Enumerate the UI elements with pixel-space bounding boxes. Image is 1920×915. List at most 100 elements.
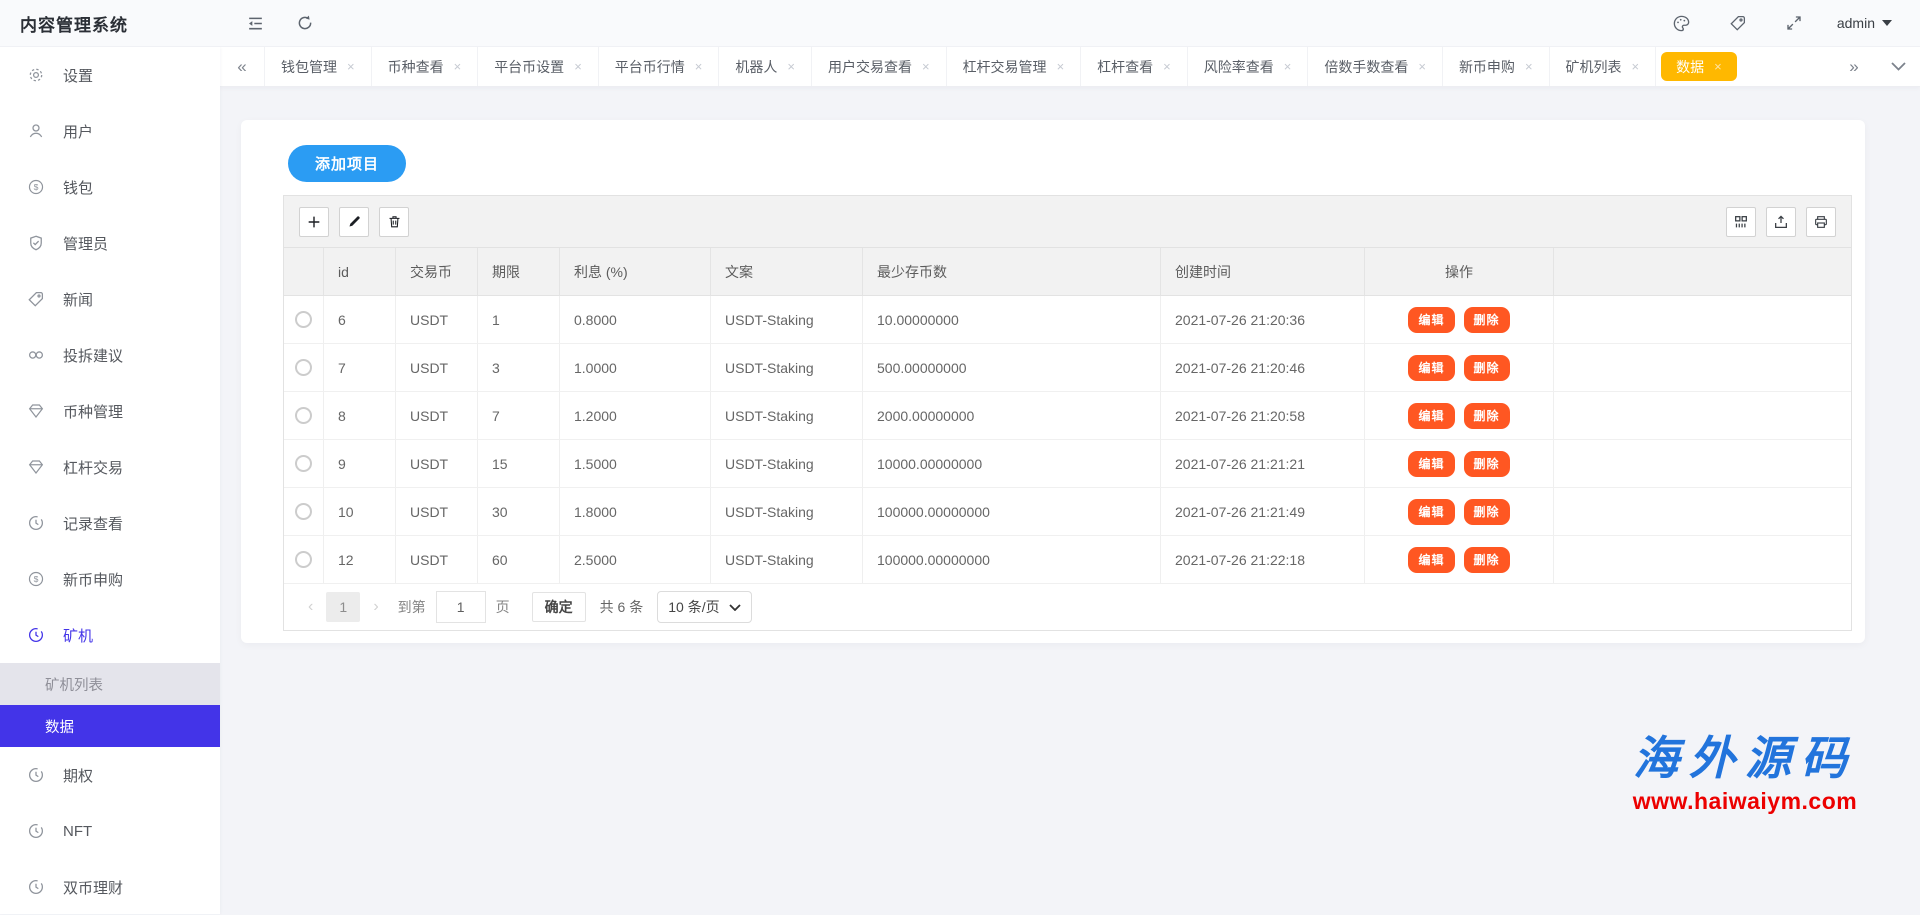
tab-close-icon[interactable]: × bbox=[787, 60, 795, 73]
fullscreen-button[interactable] bbox=[1777, 6, 1811, 40]
page-number-input[interactable] bbox=[436, 591, 486, 623]
next-page-button[interactable]: › bbox=[364, 598, 387, 616]
export-button[interactable] bbox=[1766, 207, 1796, 237]
sidebar-item-feedback[interactable]: 投拆建议 bbox=[0, 327, 220, 383]
cell-value: USDT-Staking bbox=[725, 360, 814, 376]
sidebar-item-nft[interactable]: NFT bbox=[0, 803, 220, 859]
delete-button[interactable]: 删除 bbox=[1464, 451, 1510, 477]
tabs-menu-button[interactable] bbox=[1876, 47, 1920, 86]
tab-close-icon[interactable]: × bbox=[1057, 60, 1065, 73]
add-row-button[interactable] bbox=[299, 207, 329, 237]
row-radio[interactable] bbox=[295, 311, 312, 328]
edit-button[interactable]: 编辑 bbox=[1408, 451, 1454, 477]
add-item-button[interactable]: 添加项目 bbox=[288, 145, 406, 182]
refresh-button[interactable] bbox=[288, 6, 322, 40]
sidebar-item-miner[interactable]: 矿机 bbox=[0, 607, 220, 663]
edit-button[interactable]: 编辑 bbox=[1408, 403, 1454, 429]
page-size-select[interactable]: 10 条/页 bbox=[657, 591, 751, 623]
radio-cell bbox=[284, 488, 324, 535]
edit-button[interactable]: 编辑 bbox=[1408, 355, 1454, 381]
filter-columns-button[interactable] bbox=[1726, 207, 1756, 237]
watermark: 海外源码 www.haiwaiym.com bbox=[1575, 722, 1915, 815]
tab-close-icon[interactable]: × bbox=[1163, 60, 1171, 73]
table-cell: 3 bbox=[478, 344, 560, 391]
cell-value: 2021-07-26 21:20:36 bbox=[1175, 312, 1305, 328]
sidebar-item-admins[interactable]: 管理员 bbox=[0, 215, 220, 271]
tabs-scroll-left-button[interactable]: « bbox=[220, 47, 264, 86]
tab-margin-trade-manage[interactable]: 杠杆交易管理× bbox=[947, 47, 1082, 86]
tabs-scroll-right-button[interactable]: » bbox=[1832, 47, 1876, 86]
tab-margin-view[interactable]: 杠杆查看× bbox=[1081, 47, 1188, 86]
sidebar-item-options[interactable]: 期权 bbox=[0, 747, 220, 803]
cell-value: 2021-07-26 21:21:21 bbox=[1175, 456, 1305, 472]
tab-close-icon[interactable]: × bbox=[454, 60, 462, 73]
delete-button[interactable]: 删除 bbox=[1464, 307, 1510, 333]
tab-user-trade-view[interactable]: 用户交易查看× bbox=[812, 47, 947, 86]
refresh-icon bbox=[296, 14, 314, 32]
sidebar-item-dual-invest[interactable]: 双币理财 bbox=[0, 859, 220, 915]
tab-close-icon[interactable]: × bbox=[1525, 60, 1533, 73]
sidebar-item-wallet[interactable]: $钱包 bbox=[0, 159, 220, 215]
tab-platform-coin-market[interactable]: 平台币行情× bbox=[599, 47, 720, 86]
edit-button[interactable]: 编辑 bbox=[1408, 307, 1454, 333]
table-cell: USDT-Staking bbox=[711, 488, 863, 535]
tab-close-icon[interactable]: × bbox=[1632, 60, 1640, 73]
sidebar-item-news[interactable]: 新闻 bbox=[0, 271, 220, 327]
cell-value: USDT bbox=[410, 552, 448, 568]
tab-close-icon[interactable]: × bbox=[1714, 60, 1722, 73]
tab-robot[interactable]: 机器人× bbox=[719, 47, 812, 86]
sidebar-item-label: 设置 bbox=[63, 65, 93, 86]
tag-icon bbox=[26, 289, 46, 309]
table-cell: 2021-07-26 21:21:21 bbox=[1161, 440, 1365, 487]
goto-label: 到第 bbox=[398, 597, 426, 617]
row-radio[interactable] bbox=[295, 503, 312, 520]
table-cell: 9 bbox=[324, 440, 396, 487]
current-page-button[interactable]: 1 bbox=[326, 592, 360, 622]
sidebar-item-record-view[interactable]: 记录查看 bbox=[0, 495, 220, 551]
delete-button[interactable]: 删除 bbox=[1464, 547, 1510, 573]
svg-text:$: $ bbox=[34, 574, 39, 584]
main-area: « 钱包管理×币种查看×平台币设置×平台币行情×机器人×用户交易查看×杠杆交易管… bbox=[220, 47, 1920, 914]
tab-coin-view[interactable]: 币种查看× bbox=[372, 47, 479, 86]
tab-close-icon[interactable]: × bbox=[347, 60, 355, 73]
sidebar-item-margin-trade[interactable]: 杠杆交易 bbox=[0, 439, 220, 495]
print-button[interactable] bbox=[1806, 207, 1836, 237]
edit-button[interactable]: 编辑 bbox=[1408, 547, 1454, 573]
sidebar-item-users[interactable]: 用户 bbox=[0, 103, 220, 159]
tab-miner-list[interactable]: 矿机列表× bbox=[1550, 47, 1657, 86]
row-radio[interactable] bbox=[295, 407, 312, 424]
tab-close-icon[interactable]: × bbox=[922, 60, 930, 73]
row-radio[interactable] bbox=[295, 455, 312, 472]
user-menu[interactable]: admin bbox=[1837, 15, 1892, 31]
tab-close-icon[interactable]: × bbox=[695, 60, 703, 73]
shield-check-icon bbox=[26, 233, 46, 253]
tab-close-icon[interactable]: × bbox=[1418, 60, 1426, 73]
delete-button[interactable]: 删除 bbox=[1464, 403, 1510, 429]
tag-button[interactable] bbox=[1721, 6, 1755, 40]
tab-platform-coin-config[interactable]: 平台币设置× bbox=[478, 47, 599, 86]
tab-new-coin-subscribe[interactable]: 新币申购× bbox=[1443, 47, 1550, 86]
prev-page-button[interactable]: ‹ bbox=[299, 598, 322, 616]
tab-risk-rate-view[interactable]: 风险率查看× bbox=[1188, 47, 1309, 86]
tab-close-icon[interactable]: × bbox=[574, 60, 582, 73]
tab-multiple-lots-view[interactable]: 倍数手数查看× bbox=[1308, 47, 1443, 86]
sidebar-item-settings[interactable]: 设置 bbox=[0, 47, 220, 103]
collapse-sidebar-button[interactable] bbox=[238, 6, 272, 40]
delete-button[interactable]: 删除 bbox=[1464, 499, 1510, 525]
sidebar-item-new-coin-subscribe[interactable]: $新币申购 bbox=[0, 551, 220, 607]
tab-close-icon[interactable]: × bbox=[1284, 60, 1292, 73]
row-radio[interactable] bbox=[295, 551, 312, 568]
sidebar-subitem-miner-data[interactable]: 数据 bbox=[0, 705, 220, 747]
tab-miner-data[interactable]: 数据× bbox=[1661, 52, 1737, 81]
row-radio[interactable] bbox=[295, 359, 312, 376]
sidebar-subitem-miner-list[interactable]: 矿机列表 bbox=[0, 663, 220, 705]
edit-button[interactable]: 编辑 bbox=[1408, 499, 1454, 525]
edit-row-button[interactable] bbox=[339, 207, 369, 237]
delete-row-button[interactable] bbox=[379, 207, 409, 237]
confirm-page-button[interactable]: 确定 bbox=[532, 592, 586, 622]
tab-wallet-manage[interactable]: 钱包管理× bbox=[265, 47, 372, 86]
cell-value: 3 bbox=[492, 360, 500, 376]
delete-button[interactable]: 删除 bbox=[1464, 355, 1510, 381]
theme-button[interactable] bbox=[1665, 6, 1699, 40]
sidebar-item-coin-manage[interactable]: 币种管理 bbox=[0, 383, 220, 439]
